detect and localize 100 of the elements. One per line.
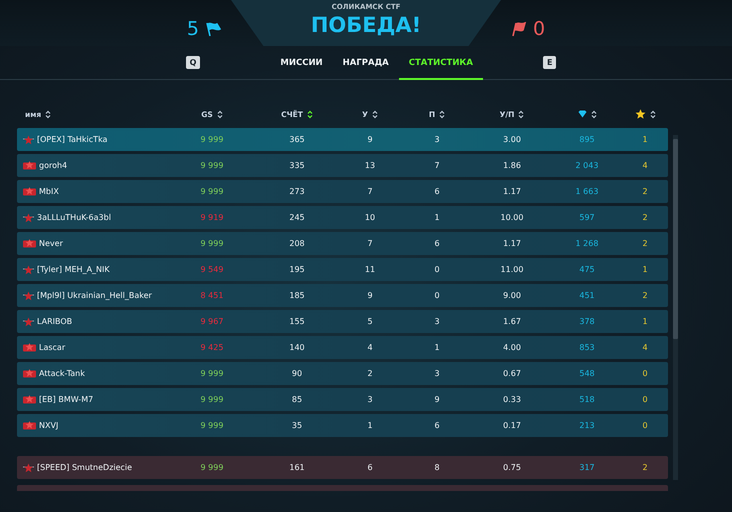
gear-score: 8 451 (200, 291, 224, 300)
score-value: 195 (289, 265, 305, 274)
stars-value: 2 (642, 239, 648, 248)
gear-score: 9 999 (200, 135, 224, 144)
table-row[interactable]: MbIX 9 999 273 7 6 1.17 1 663 2 (17, 180, 668, 203)
table-row[interactable]: [OPEX] TaHkicTka 9 999 365 9 3 3.00 895 1 (17, 128, 668, 151)
score-value: 208 (289, 239, 305, 248)
kills-value: 10 (364, 213, 376, 222)
kills-value: 1 (367, 421, 373, 430)
ratio-value: 1.17 (503, 239, 521, 248)
sort-icon[interactable] (439, 110, 446, 118)
stars-value: 0 (642, 421, 648, 430)
kills-value: 9 (367, 135, 373, 144)
gear-score: 9 999 (200, 369, 224, 378)
table-row[interactable]: NXVJ 9 999 35 1 6 0.17 213 0 (17, 414, 668, 437)
crystals-value: 213 (579, 421, 595, 430)
scrollbar[interactable] (673, 135, 678, 480)
crystals-value: 1 268 (576, 239, 598, 248)
sort-icon[interactable] (518, 110, 524, 118)
sort-icon[interactable] (650, 110, 656, 118)
kills-value: 9 (367, 291, 373, 300)
tab[interactable]: СТАТИСТИКА (398, 46, 483, 80)
table-row[interactable]: LARIBOB 9 967 155 5 3 1.67 378 1 (17, 310, 668, 333)
player-name: [SPEED] SmutneDziecie (37, 463, 132, 472)
battle-result: ПОБЕДА! (310, 12, 422, 38)
table-row[interactable]: Attack-Tank 9 999 90 2 3 0.67 548 0 (17, 362, 668, 385)
stars-value: 1 (642, 317, 648, 326)
kills-value: 13 (364, 161, 376, 170)
gear-score: 9 999 (200, 463, 224, 472)
team-score: 0 (533, 18, 546, 40)
player-name: MbIX (39, 187, 59, 196)
player-name: [EB] BMW-M7 (39, 395, 94, 404)
player-name: NXVJ (39, 421, 58, 430)
deaths-value: 0 (434, 291, 440, 300)
deaths-value: 3 (434, 135, 440, 144)
stars-value: 2 (642, 213, 648, 222)
sort-icon[interactable] (45, 110, 52, 118)
stars-value: 1 (642, 135, 648, 144)
deaths-value: 3 (434, 369, 440, 378)
table-row[interactable]: Lascar 9 425 140 4 1 4.00 853 4 (17, 336, 668, 359)
tab[interactable]: НАГРАДА (332, 46, 399, 80)
tab[interactable]: МИССИИ (270, 46, 333, 80)
kills-value: 4 (367, 343, 373, 352)
crystals-value: 475 (579, 265, 595, 274)
ratio-value: 9.00 (503, 291, 521, 300)
gear-score: 9 967 (200, 317, 224, 326)
sort-icon[interactable] (372, 110, 378, 118)
player-name: Never (39, 239, 63, 248)
sort-icon[interactable] (590, 110, 596, 118)
kills-value: 3 (367, 395, 373, 404)
sort-icon[interactable] (306, 110, 313, 118)
player-name: [OPEX] TaHkicTka (37, 135, 108, 144)
gear-score: 9 919 (200, 213, 224, 222)
ratio-value: 1.17 (503, 187, 521, 196)
table-row[interactable]: [Mpl9l] Ukrainian_Hell_Baker 8 451 185 9 0 9.00 451 2 (17, 284, 668, 307)
flag-icon (205, 22, 221, 36)
score-value: 245 (289, 213, 305, 222)
stars-value: 4 (642, 161, 648, 170)
table-row[interactable]: [EB] BMW-M7 9 999 85 3 9 0.33 518 0 (17, 388, 668, 411)
table-row[interactable]: Never 9 999 208 7 6 1.17 1 268 2 (17, 232, 668, 255)
score-value: 85 (292, 395, 302, 404)
sort-icon[interactable] (216, 110, 223, 118)
gear-score: 9 999 (200, 239, 224, 248)
table-row[interactable]: [SPEED] SmutneDziecie 9 999 161 6 8 0.75 317 2 (17, 456, 668, 479)
ratio-value: 1.86 (503, 161, 521, 170)
key-hint[interactable]: Q (186, 56, 200, 69)
star-icon[interactable] (634, 109, 646, 119)
player-name: 3aLLLuTHuK-6a3bl (37, 213, 111, 222)
key-hint[interactable]: E (542, 56, 556, 69)
gear-score: 9 999 (200, 395, 224, 404)
gear-score: 9 425 (200, 343, 224, 352)
table-row[interactable]: goroh4 9 999 335 13 7 1.86 2 043 4 (17, 154, 668, 177)
crystals-value: 895 (579, 135, 595, 144)
deaths-value: 6 (434, 239, 440, 248)
table-row[interactable]: [Tyler] MEH_A_NIK 9 549 195 11 0 11.00 475 1 (17, 258, 668, 281)
kills-value: 6 (367, 463, 373, 472)
score-value: 335 (289, 161, 305, 170)
crystals-value: 2 043 (576, 161, 598, 170)
gear-score: 9 999 (200, 161, 224, 170)
crystal-icon[interactable] (578, 110, 586, 118)
ratio-value: 0.33 (503, 395, 521, 404)
deaths-value: 8 (434, 463, 440, 472)
deaths-value: 1 (434, 213, 440, 222)
crystals-value: 1 663 (576, 187, 598, 196)
score-value: 365 (289, 135, 305, 144)
stars-value: 1 (642, 265, 648, 274)
stars-value: 4 (642, 343, 648, 352)
player-name: LARIBOB (37, 317, 72, 326)
ratio-value: 4.00 (503, 343, 521, 352)
gear-score: 9 999 (200, 421, 224, 430)
player-name: Lascar (39, 343, 66, 352)
crystals-value: 378 (579, 317, 595, 326)
crystals-value: 451 (579, 291, 595, 300)
crystals-value: 317 (579, 463, 595, 472)
table-row[interactable]: 3aLLLuTHuK-6a3bl 9 919 245 10 1 10.00 597 2 (17, 206, 668, 229)
score-value: 273 (289, 187, 305, 196)
deaths-value: 7 (434, 161, 440, 170)
kills-value: 11 (364, 265, 376, 274)
ratio-value: 3.00 (503, 135, 521, 144)
player-name: [Mpl9l] Ukrainian_Hell_Baker (37, 291, 152, 300)
